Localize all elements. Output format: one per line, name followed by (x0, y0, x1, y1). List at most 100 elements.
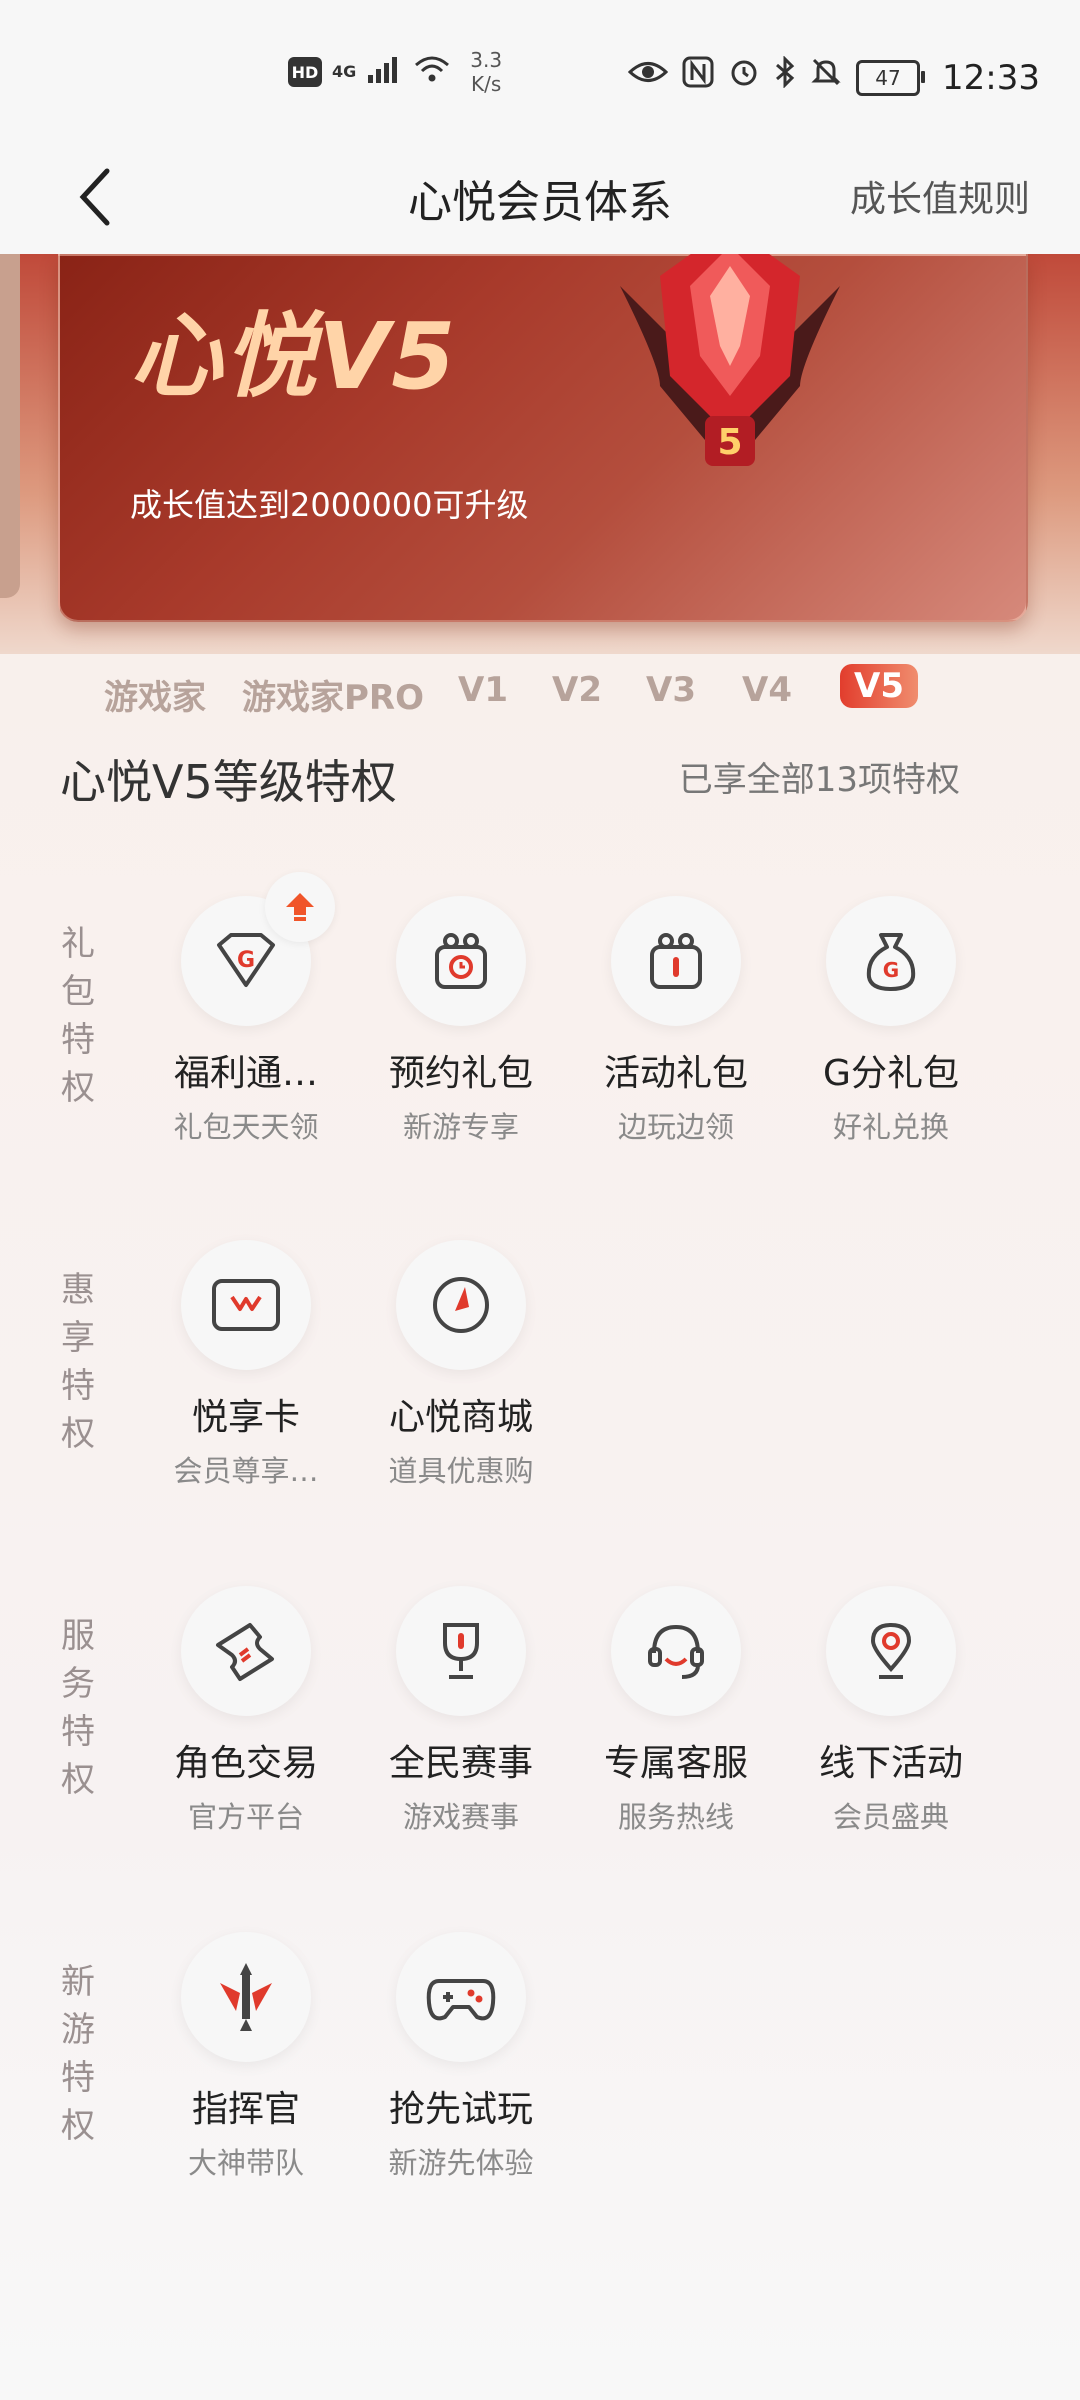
icon-circle (396, 1932, 526, 2062)
previous-level-card[interactable] (0, 254, 20, 598)
item-subtitle: 会员盛典 (832, 1800, 949, 1834)
item-subtitle: 会员尊享… (173, 1454, 319, 1488)
item-subtitle: 大神带队 (187, 2146, 304, 2180)
label-char: 特 (61, 1020, 95, 1060)
level-description: 成长值达到2000000可升级 (130, 486, 529, 524)
icon-circle (181, 1932, 311, 2062)
item-name: G分礼包 (823, 1053, 959, 1094)
privilege-item-g-score-gift[interactable]: G G分礼包 好礼兑换 (791, 896, 991, 1146)
label-char: 特 (61, 1712, 95, 1752)
item-name: 专属客服 (603, 1743, 748, 1784)
network-speed: 3.3 K/s (470, 48, 502, 96)
tab-v3[interactable]: V3 (646, 670, 696, 710)
eye-icon (627, 57, 669, 98)
upgrade-badge (265, 872, 335, 942)
item-subtitle: 道具优惠购 (388, 1454, 534, 1488)
icon-circle: G (181, 872, 335, 1026)
item-name: 活动礼包 (603, 1053, 748, 1094)
headset-icon (648, 1624, 704, 1679)
label-char: 包 (61, 972, 95, 1012)
category-label-new-game: 新 游 特 权 (58, 1958, 98, 2150)
level-card[interactable]: 心悦V5 5 成长值达到2000000可升级 (58, 254, 1028, 622)
label-char: 务 (61, 1664, 95, 1704)
status-left: HD 4G 3.3 K/s (288, 48, 502, 96)
item-subtitle: 好礼兑换 (832, 1110, 949, 1144)
label-char: 惠 (61, 1270, 95, 1310)
privilege-item-joy-card[interactable]: 悦享卡 会员尊享… (146, 1240, 346, 1490)
tab-v4[interactable]: V4 (742, 670, 792, 710)
label-char: 权 (61, 1414, 95, 1454)
clock: 12:33 (942, 57, 1040, 98)
item-name: 角色交易 (173, 1743, 318, 1784)
level-title: 心悦V5 (130, 303, 458, 410)
icon-circle (181, 1240, 311, 1370)
item-name: 全民赛事 (388, 1743, 533, 1784)
tab-v5[interactable]: V5 (840, 664, 918, 708)
icon-circle: G (826, 896, 956, 1026)
privilege-item-welfare[interactable]: G 福利通… 礼包天天领 (146, 872, 346, 1146)
label-char: 新 (61, 1962, 95, 2002)
tab-v1[interactable]: V1 (458, 670, 508, 710)
status-bar: HD 4G 3.3 K/s 47 12:33 (0, 0, 1080, 140)
icon-circle (611, 896, 741, 1026)
icon-circle (396, 1240, 526, 1370)
speed-unit: K/s (471, 72, 502, 96)
card-icon (212, 1279, 280, 1331)
label-char: 特 (61, 2058, 95, 2098)
nav-bar: 心悦会员体系 成长值规则 (0, 140, 1080, 255)
tab-gamer[interactable]: 游戏家 (104, 670, 206, 719)
privilege-item-offline-event[interactable]: 线下活动 会员盛典 (791, 1586, 991, 1836)
nfc-icon (682, 56, 714, 99)
category-label-benefit: 惠 享 特 权 (58, 1266, 98, 1458)
svg-text:G: G (237, 948, 255, 973)
reserve-gift-icon (435, 933, 487, 989)
wifi-icon (412, 55, 452, 89)
privilege-item-commander[interactable]: 指挥官 大神带队 (146, 1932, 346, 2182)
hd-badge: HD (288, 57, 322, 87)
item-name: 线下活动 (818, 1743, 963, 1784)
icon-circle (396, 1586, 526, 1716)
label-char: 游 (61, 2010, 95, 2050)
privilege-item-role-trade[interactable]: 角色交易 官方平台 (146, 1586, 346, 1836)
item-subtitle: 礼包天天领 (173, 1110, 319, 1144)
privilege-item-early-access[interactable]: 抢先试玩 新游先体验 (361, 1932, 561, 2182)
icon-circle (396, 896, 526, 1026)
label-char: 礼 (61, 924, 95, 964)
item-name: 抢先试玩 (388, 2089, 533, 2130)
bluetooth-icon (774, 55, 796, 99)
signal-icon (366, 55, 402, 89)
growth-rules-link[interactable]: 成长值规则 (850, 170, 1030, 222)
status-right: 47 12:33 (627, 55, 1040, 99)
privilege-item-reserve-gift[interactable]: 预约礼包 新游专享 (361, 896, 561, 1146)
item-subtitle: 新游先体验 (388, 2146, 534, 2180)
item-subtitle: 服务热线 (617, 1800, 734, 1834)
item-name: 悦享卡 (191, 1397, 300, 1438)
privilege-item-mall[interactable]: 心悦商城 道具优惠购 (361, 1240, 561, 1490)
privileges-summary: 已享全部13项特权 (678, 760, 960, 800)
network-type: 4G (332, 62, 357, 81)
sword-icon (220, 1963, 272, 2031)
icon-circle (826, 1586, 956, 1716)
level-banner: 心悦V5 5 成长值达到2000000可升级 (0, 254, 1080, 654)
tab-v2[interactable]: V2 (552, 670, 602, 710)
speed-value: 3.3 (470, 48, 503, 72)
privilege-item-event-gift[interactable]: 活动礼包 边玩边领 (576, 896, 776, 1146)
tab-gamer-pro[interactable]: 游戏家PRO (242, 670, 424, 719)
label-char: 服 (61, 1616, 95, 1656)
item-name: 指挥官 (191, 2089, 300, 2130)
arrow-up-icon (286, 893, 314, 921)
privileges-title: 心悦V5等级特权 (60, 755, 397, 809)
label-char: 权 (61, 1068, 95, 1108)
privilege-item-customer-service[interactable]: 专属客服 服务热线 (576, 1586, 776, 1836)
trophy-icon (443, 1623, 479, 1679)
item-name: 心悦商城 (388, 1397, 533, 1438)
alarm-icon (728, 56, 760, 99)
privilege-item-tournament[interactable]: 全民赛事 游戏赛事 (361, 1586, 561, 1836)
label-char: 享 (61, 1318, 95, 1358)
category-label-service: 服 务 特 权 (58, 1612, 98, 1804)
category-label-gift: 礼 包 特 权 (58, 920, 98, 1112)
label-char: 权 (61, 2106, 95, 2146)
icon-circle (611, 1586, 741, 1716)
label-char: 权 (61, 1760, 95, 1800)
gift-diamond-icon: G (217, 933, 275, 987)
